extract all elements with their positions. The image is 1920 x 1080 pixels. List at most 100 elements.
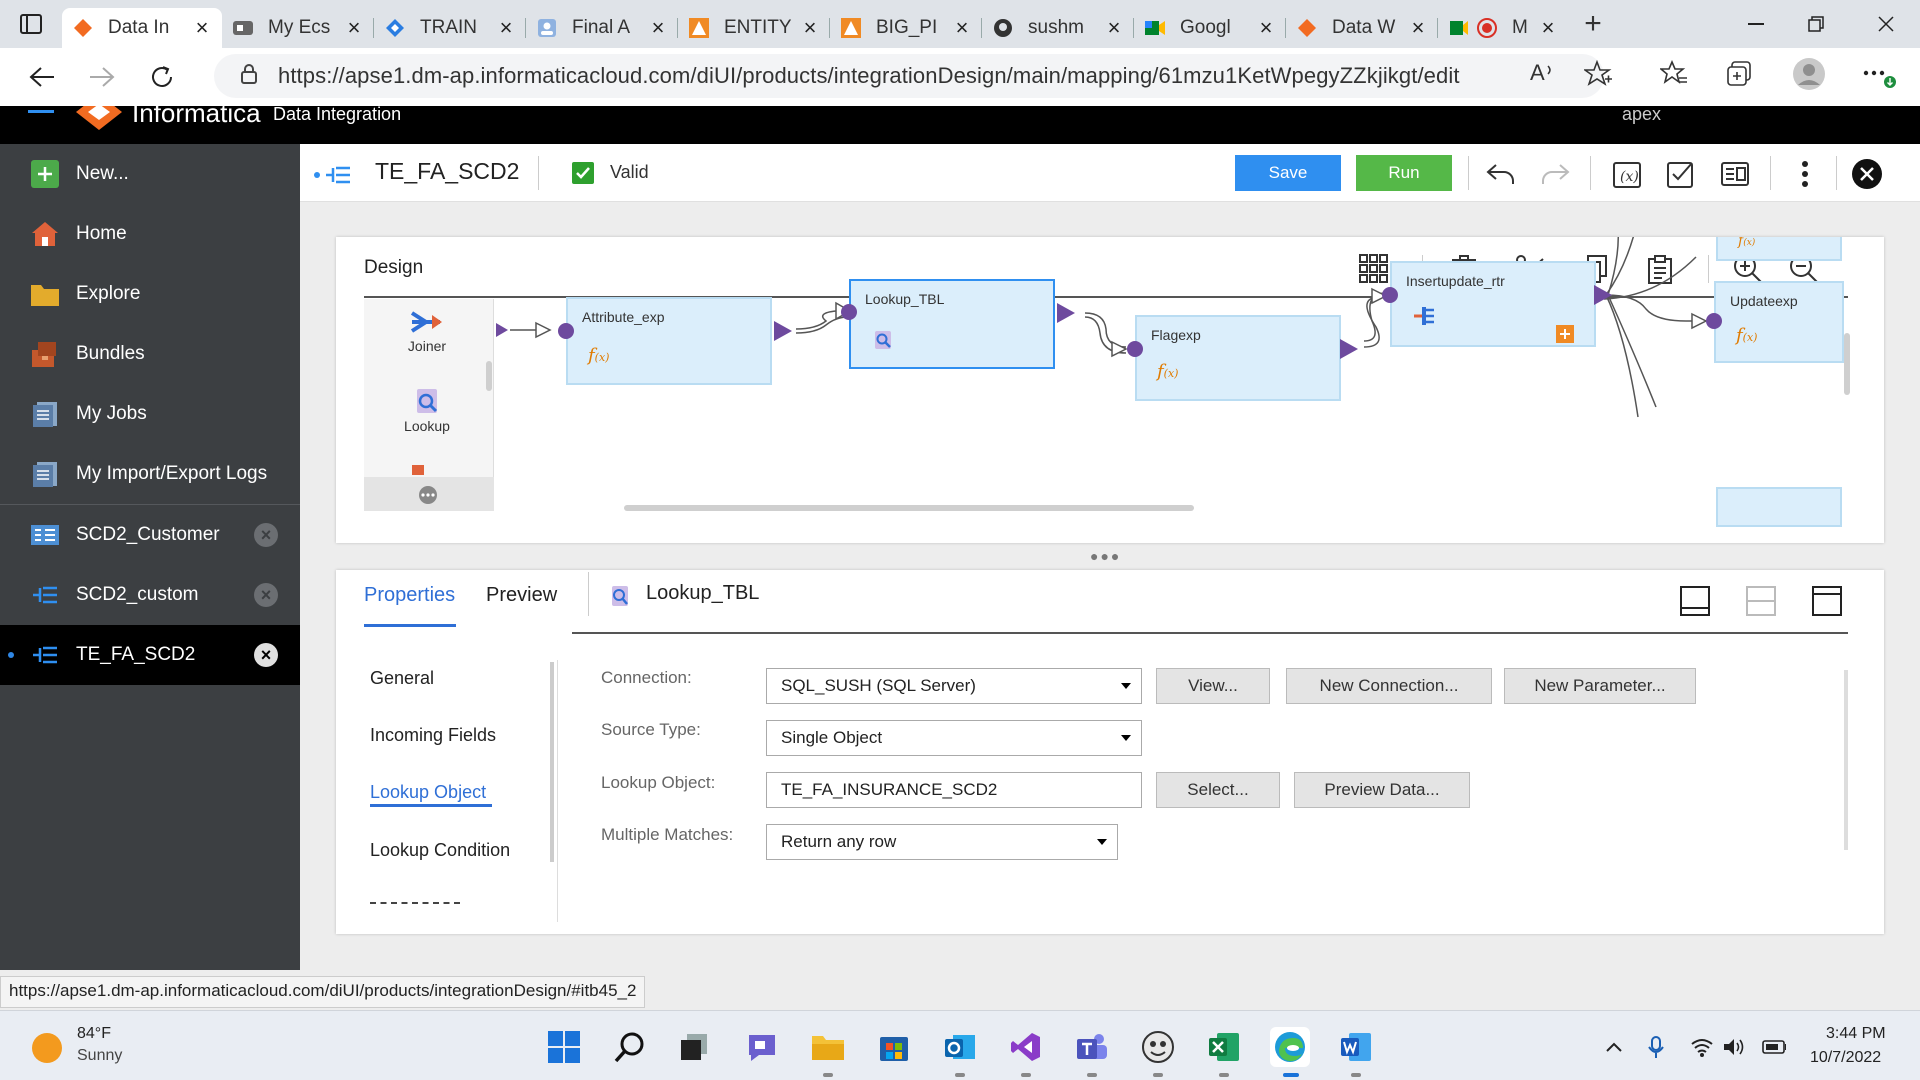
transformation-node-lookup-tbl[interactable]: Lookup_TBL [849,279,1055,369]
store-button[interactable] [874,1027,914,1067]
browser-tab[interactable]: My Ecs × [222,8,374,48]
favorites-icon[interactable] [1658,59,1688,91]
tab-close-icon[interactable]: × [496,17,516,39]
show-hidden-icons-button[interactable] [1602,1035,1626,1059]
favorite-add-icon[interactable] [1582,59,1612,93]
tab-close-icon[interactable]: × [800,17,820,39]
more-actions-button[interactable] [1788,157,1822,191]
weather-sun-icon[interactable] [32,1033,62,1063]
save-button[interactable]: Save [1235,155,1341,191]
browser-tab[interactable]: M × [1438,8,1568,48]
weather-temperature[interactable]: 84°F [77,1025,111,1043]
tab-actions-button[interactable] [0,0,62,48]
teams-chat-button[interactable] [742,1027,782,1067]
open-asset-scd2-custom[interactable]: SCD2_custom × [0,565,300,625]
browser-tab[interactable]: Final A × [526,8,678,48]
output-port[interactable] [1340,339,1358,359]
section-general[interactable]: General [370,668,434,689]
browser-tab[interactable]: BIG_PI × [830,8,982,48]
preview-data-button[interactable]: Preview Data... [1294,772,1470,808]
nav-my-jobs[interactable]: My Jobs [0,384,300,444]
tab-close-icon[interactable]: × [648,17,668,39]
connection-select[interactable]: SQL_SUSH (SQL Server) [766,668,1142,704]
browser-tab[interactable]: ENTITY × [678,8,830,48]
battery-icon[interactable] [1762,1035,1786,1059]
select-object-button[interactable]: Select... [1156,772,1280,808]
properties-scrollbar[interactable] [1844,670,1848,850]
layout-top-button[interactable] [1812,586,1842,616]
vertical-scrollbar[interactable] [1844,333,1850,395]
output-port[interactable] [774,321,792,341]
tab-close-icon[interactable]: × [952,17,972,39]
restore-button[interactable] [1786,0,1846,48]
close-icon[interactable]: × [254,583,278,607]
file-explorer-button[interactable] [808,1027,848,1067]
input-port[interactable] [1706,313,1722,329]
back-button[interactable] [12,52,72,102]
add-group-icon[interactable] [1556,325,1574,343]
horizontal-scrollbar[interactable] [624,505,1194,511]
source-type-select[interactable]: Single Object [766,720,1142,756]
visual-studio-button[interactable] [1006,1027,1046,1067]
output-port[interactable] [1057,303,1075,323]
browser-tab[interactable]: Data W × [1286,8,1438,48]
redo-button[interactable] [1538,157,1572,191]
wifi-icon[interactable] [1690,1035,1714,1059]
transformation-node-attribute-exp[interactable]: Attribute_exp f(x) [566,297,772,385]
open-asset-te-fa-scd2[interactable]: TE_FA_SCD2 × [0,625,300,685]
new-tab-button[interactable]: + [1568,0,1618,48]
browser-tab[interactable]: sushm × [982,8,1134,48]
nav-explore[interactable]: Explore [0,264,300,324]
tab-properties[interactable]: Properties [364,584,455,607]
tab-close-icon[interactable]: × [344,17,364,39]
clock-date[interactable]: 10/7/2022 [1810,1049,1881,1067]
game-app-button[interactable] [1138,1027,1178,1067]
forward-button[interactable] [72,52,132,102]
undo-button[interactable] [1484,157,1518,191]
profile-avatar[interactable] [1792,57,1826,96]
nav-import-export-logs[interactable]: My Import/Export Logs [0,444,300,504]
browser-tab[interactable]: Data In × [62,8,222,48]
output-port[interactable] [1594,285,1612,305]
transformation-node-partial-bottom[interactable] [1716,487,1842,527]
address-bar[interactable]: https://apse1.dm-ap.informaticacloud.com… [214,54,1604,98]
tab-close-icon[interactable]: × [1256,17,1276,39]
clock-time[interactable]: 3:44 PM [1826,1025,1886,1043]
tab-close-icon[interactable]: × [1538,17,1558,39]
browser-tab[interactable]: TRAIN × [374,8,526,48]
nav-bundles[interactable]: Bundles [0,324,300,384]
transformation-node-updateexp[interactable]: Updateexp f(x) [1714,281,1844,363]
transformation-node-flagexp[interactable]: Flagexp f(x) [1135,315,1341,401]
user-menu[interactable]: apex [1622,106,1661,125]
volume-icon[interactable] [1722,1035,1746,1059]
settings-more-icon[interactable] [1862,60,1896,95]
close-icon[interactable]: × [254,523,278,547]
layout-bottom-button[interactable] [1680,586,1710,616]
layout-split-button[interactable] [1746,586,1776,616]
tab-close-icon[interactable]: × [1104,17,1124,39]
microphone-icon[interactable] [1644,1035,1668,1059]
word-button[interactable] [1336,1027,1376,1067]
close-icon[interactable]: × [254,643,278,667]
lookup-object-field[interactable]: TE_FA_INSURANCE_SCD2 [766,772,1142,808]
close-mapping-button[interactable] [1850,157,1884,191]
section-incoming-fields[interactable]: Incoming Fields [370,725,496,746]
nav-new[interactable]: New... [0,144,300,204]
search-button[interactable] [610,1027,650,1067]
input-port[interactable] [1382,287,1398,303]
panel-splitter[interactable]: ●●● [1090,548,1121,564]
parameters-button[interactable]: (x) [1610,157,1644,191]
tab-preview[interactable]: Preview [486,584,557,607]
tab-close-icon[interactable]: × [192,17,212,39]
run-button[interactable]: Run [1356,155,1452,191]
read-aloud-icon[interactable]: A [1530,60,1556,89]
view-connection-button[interactable]: View... [1156,668,1270,704]
service-switcher[interactable]: Data Integration [273,106,401,125]
new-parameter-button[interactable]: New Parameter... [1504,668,1696,704]
collections-icon[interactable] [1726,60,1754,93]
outlook-button[interactable] [940,1027,980,1067]
input-port[interactable] [1127,341,1143,357]
validate-button[interactable] [1664,157,1698,191]
preview-button[interactable] [1718,157,1752,191]
browser-tab[interactable]: Googl × [1134,8,1286,48]
